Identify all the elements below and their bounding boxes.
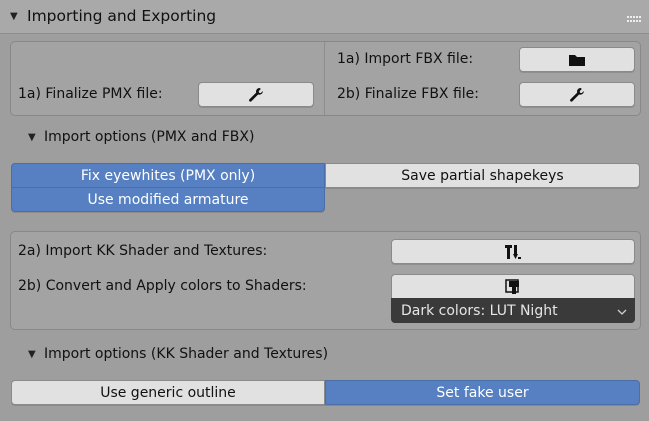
triangle-down-icon: ▼: [28, 349, 36, 360]
dark-colors-dropdown[interactable]: Dark colors: LUT Night: [391, 298, 635, 323]
triangle-down-icon: ▼: [10, 11, 18, 22]
fix-eyewhites-label: Fix eyewhites (PMX only): [80, 167, 256, 184]
use-generic-outline-label: Use generic outline: [100, 384, 236, 401]
save-partial-shapekeys-toggle[interactable]: Save partial shapekeys: [325, 163, 640, 188]
wrench-icon: [569, 87, 585, 103]
paint-apply-icon: [504, 278, 522, 296]
panel-header[interactable]: ▼ Importing and Exporting: [0, 0, 649, 34]
triangle-down-icon: ▼: [28, 132, 36, 143]
chevron-down-icon: [617, 305, 627, 321]
import-options-header[interactable]: ▼ Import options (PMX and FBX): [0, 123, 649, 153]
import-kk-shader-button[interactable]: [391, 239, 635, 264]
dark-colors-value: Dark colors: LUT Night: [401, 302, 558, 319]
column-divider: [324, 42, 325, 115]
finalize-pmx-button[interactable]: [198, 82, 314, 107]
panel-title: Importing and Exporting: [27, 7, 217, 25]
kk-options-header[interactable]: ▼ Import options (KK Shader and Textures…: [0, 340, 649, 370]
import-fbx-label: 1a) Import FBX file:: [337, 51, 474, 67]
shader-import-icon: [504, 244, 522, 260]
import-kk-shader-label: 2a) Import KK Shader and Textures:: [18, 243, 268, 259]
use-modified-armature-toggle[interactable]: Use modified armature: [11, 187, 325, 212]
convert-colors-button[interactable]: [391, 274, 635, 299]
use-modified-armature-label: Use modified armature: [87, 191, 249, 208]
finalize-fbx-button[interactable]: [519, 82, 635, 107]
finalize-fbx-label: 2b) Finalize FBX file:: [337, 86, 480, 102]
set-fake-user-label: Set fake user: [436, 384, 529, 401]
import-options-title: Import options (PMX and FBX): [44, 129, 255, 145]
set-fake-user-toggle[interactable]: Set fake user: [325, 380, 640, 405]
convert-colors-label: 2b) Convert and Apply colors to Shaders:: [18, 278, 307, 294]
drag-grip-icon[interactable]: [627, 12, 642, 28]
finalize-pmx-label: 1a) Finalize PMX file:: [18, 86, 163, 102]
save-partial-shapekeys-label: Save partial shapekeys: [401, 167, 564, 184]
kk-options-title: Import options (KK Shader and Textures): [44, 346, 329, 362]
wrench-icon: [248, 87, 264, 103]
use-generic-outline-toggle[interactable]: Use generic outline: [11, 380, 325, 405]
import-fbx-button[interactable]: [519, 47, 635, 72]
fix-eyewhites-toggle[interactable]: Fix eyewhites (PMX only): [11, 163, 325, 188]
folder-icon: [568, 53, 586, 67]
